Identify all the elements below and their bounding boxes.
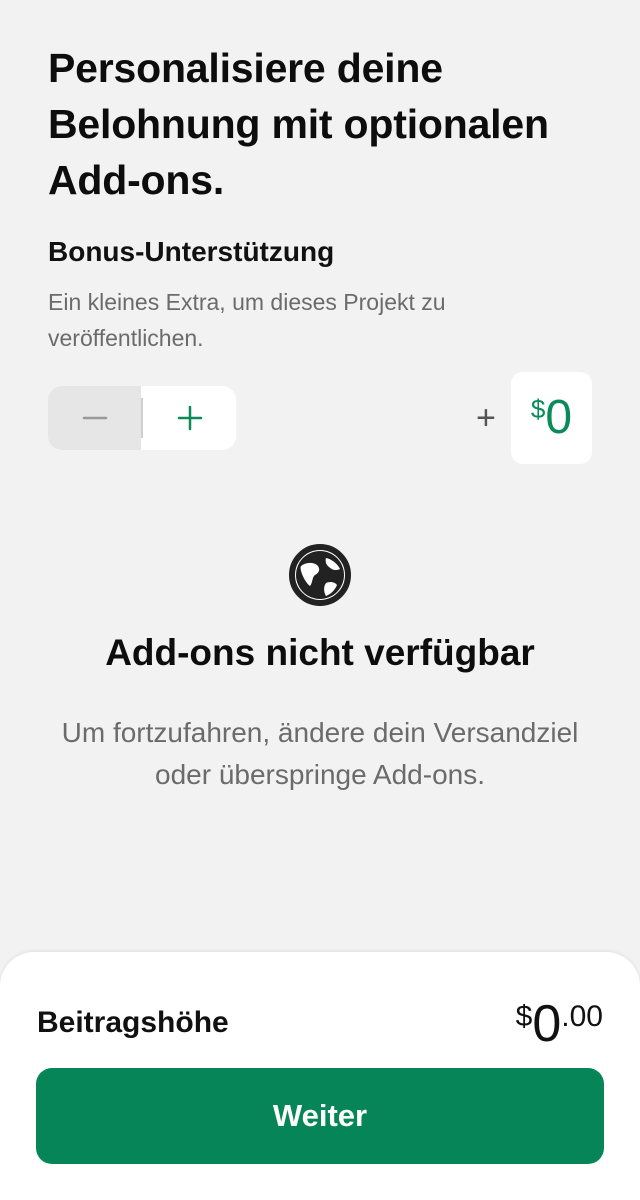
- total-whole-value: 0: [532, 995, 562, 1053]
- plus-icon: [177, 405, 202, 431]
- bonus-support-title: Bonus-Unterstützung: [48, 236, 335, 267]
- page-title: Personalisiere deine Belohnung mit optio…: [48, 45, 549, 203]
- globe-icon: [289, 544, 351, 606]
- addons-unavailable-title: Add-ons nicht verfügbar: [105, 632, 535, 673]
- total-currency-symbol: $: [515, 1000, 533, 1033]
- pledge-total-amount: $ 0 .00: [516, 996, 603, 1052]
- total-cents-value: .00: [561, 1000, 603, 1033]
- continue-button[interactable]: Weiter: [36, 1068, 604, 1164]
- bonus-stepper: [48, 386, 236, 450]
- bonus-support-description: Ein kleines Extra, um dieses Projekt zu …: [48, 289, 446, 351]
- pledge-total-label: Beitragshöhe: [37, 1006, 229, 1039]
- increment-button[interactable]: [143, 386, 236, 450]
- pledge-summary-sheet: Beitragshöhe $ 0 .00 Weiter: [0, 952, 640, 1200]
- addons-unavailable-description: Um fortzufahren, ändere dein Versandziel…: [61, 717, 579, 790]
- bonus-amount-value: 0: [545, 391, 573, 444]
- minus-icon: [82, 416, 107, 420]
- bonus-currency-symbol: $: [530, 394, 546, 424]
- bonus-amount: $ 0: [511, 372, 592, 464]
- decrement-button[interactable]: [48, 386, 142, 450]
- bonus-plus-sign: +: [476, 399, 496, 437]
